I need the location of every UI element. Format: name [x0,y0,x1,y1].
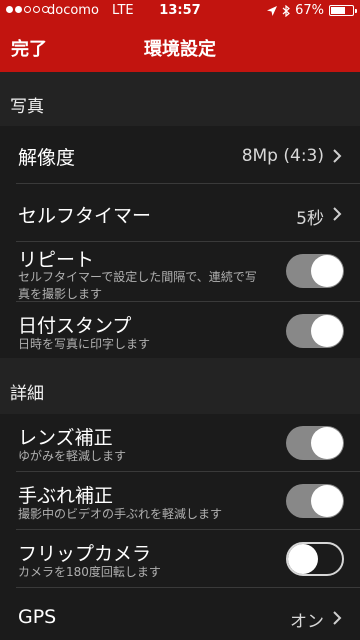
date-stamp-row: 日付スタンプ 日時を写真に印字します [0,302,360,358]
navigation-bar: docomo LTE 13:57 67% 完了 環境設定 [0,0,360,72]
flip-camera-description: カメラを180度回転します [18,565,161,579]
resolution-value: 8Mp (4:3) [241,146,324,166]
repeat-row: リピート セルフタイマーで設定した間隔で、連続で写 真を撮影します [0,242,360,302]
self-timer-value: 5秒 [296,209,324,229]
lens-correction-toggle[interactable] [286,426,344,460]
chevron-right-icon [333,149,342,163]
chevron-right-icon [333,611,342,625]
repeat-description: セルフタイマーで設定した間隔で、連続で写 真を撮影します [18,269,288,303]
gps-label: GPS [18,606,57,628]
lens-correction-label: レンズ補正 [18,427,113,449]
self-timer-row[interactable]: セルフタイマー 5秒 [0,184,360,242]
flip-camera-label: フリップカメラ [18,543,152,565]
stabilization-description: 撮影中のビデオの手ぶれを軽減します [18,507,223,521]
flip-camera-row: フリップカメラ カメラを180度回転します [0,530,360,588]
battery-icon [329,5,357,16]
lens-correction-row: レンズ補正 ゆがみを軽減します [0,414,360,472]
stabilization-toggle[interactable] [286,484,344,518]
location-arrow-icon [267,5,278,16]
resolution-row[interactable]: 解像度 8Mp (4:3) [0,126,360,184]
page-title: 環境設定 [144,39,216,60]
chevron-right-icon [333,207,342,221]
gps-row[interactable]: GPS オン [0,588,360,640]
resolution-label: 解像度 [18,147,76,169]
repeat-description-line2: 真を撮影します [18,287,103,301]
repeat-label: リピート [18,249,95,271]
repeat-toggle[interactable] [286,254,344,288]
gps-value: オン [290,612,324,632]
flip-camera-toggle[interactable] [286,542,344,576]
date-stamp-label: 日付スタンプ [18,315,132,337]
stabilization-label: 手ぶれ補正 [18,485,114,507]
status-bar: docomo LTE 13:57 67% [0,0,360,22]
section-header-details: 詳細 [0,358,360,414]
self-timer-label: セルフタイマー [18,205,152,227]
date-stamp-description: 日時を写真に印字します [18,337,151,351]
lens-correction-description: ゆがみを軽減します [18,449,127,463]
section-header-photo: 写真 [0,72,360,126]
battery-percentage: 67% [295,3,324,18]
date-stamp-toggle[interactable] [286,314,344,348]
repeat-description-line1: セルフタイマーで設定した間隔で、連続で写 [18,270,257,284]
stabilization-row: 手ぶれ補正 撮影中のビデオの手ぶれを軽減します [0,472,360,530]
bluetooth-icon [282,4,291,17]
